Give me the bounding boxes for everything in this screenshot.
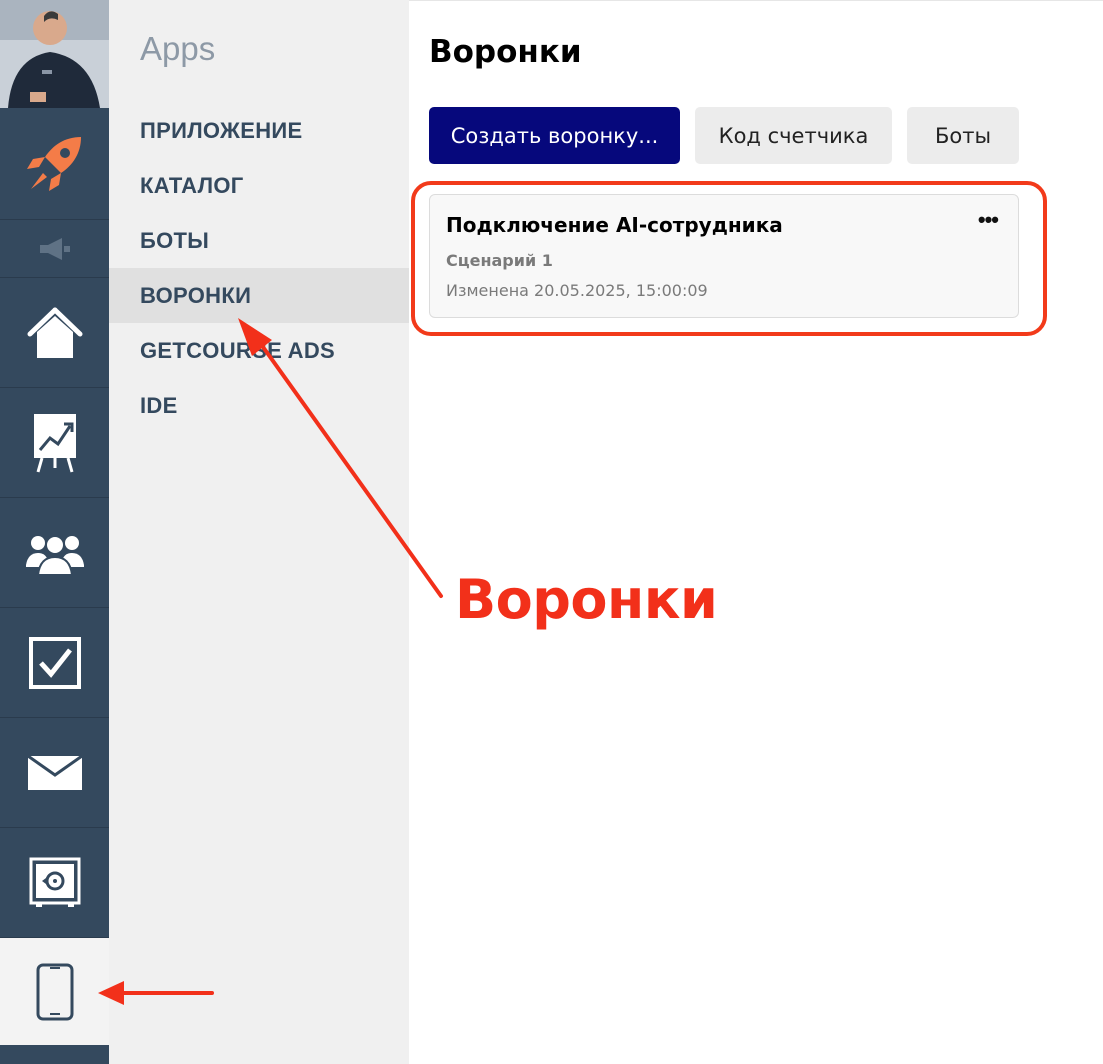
megaphone-icon [39, 237, 70, 260]
rail-item-messages[interactable] [0, 718, 109, 828]
rail-item-analytics[interactable] [0, 388, 109, 498]
create-funnel-button[interactable]: Создать воронку... [429, 107, 680, 164]
avatar[interactable] [0, 0, 109, 108]
submenu-item-ide[interactable]: IDE [109, 378, 409, 433]
submenu-item-catalog[interactable]: КАТАЛОГ [109, 158, 409, 213]
annotation-highlight-box [411, 181, 1047, 336]
safe-icon [29, 857, 80, 907]
app-root: Apps ПРИЛОЖЕНИЕ КАТАЛОГ БОТЫ ВОРОНКИ GET… [0, 0, 1103, 1064]
rail-item-safe[interactable] [0, 828, 109, 938]
rocket-icon [26, 136, 81, 191]
rail-item-home[interactable] [0, 278, 109, 388]
bots-button[interactable]: Боты [907, 107, 1019, 164]
annotation-label: Воронки [455, 568, 718, 631]
rail-item-tasks[interactable] [0, 608, 109, 718]
avatar-photo [0, 0, 109, 108]
chart-easel-icon [33, 413, 76, 472]
rail-item-mobile[interactable] [0, 938, 109, 1045]
icon-rail [0, 0, 109, 1064]
page-title: Воронки [429, 34, 582, 70]
submenu-item-bots[interactable]: БОТЫ [109, 213, 409, 268]
rail-item-campaigns[interactable] [0, 220, 109, 278]
mobile-phone-icon [36, 963, 73, 1020]
main-content: Воронки Создать воронку... Код счетчика … [409, 0, 1103, 1064]
rail-item-users[interactable] [0, 498, 109, 608]
submenu-item-app[interactable]: ПРИЛОЖЕНИЕ [109, 103, 409, 158]
submenu-item-getcourse-ads[interactable]: GETCOURSE ADS [109, 323, 409, 378]
counter-code-button[interactable]: Код счетчика [695, 107, 892, 164]
submenu-item-funnels[interactable]: ВОРОНКИ [109, 268, 409, 323]
submenu-title: Apps [140, 30, 216, 67]
users-icon [25, 534, 84, 575]
home-icon [27, 307, 82, 358]
checkbox-icon [28, 636, 81, 689]
apps-submenu: Apps ПРИЛОЖЕНИЕ КАТАЛОГ БОТЫ ВОРОНКИ GET… [109, 0, 409, 1064]
mail-icon [26, 754, 83, 790]
rail-item-apps[interactable] [0, 108, 109, 220]
